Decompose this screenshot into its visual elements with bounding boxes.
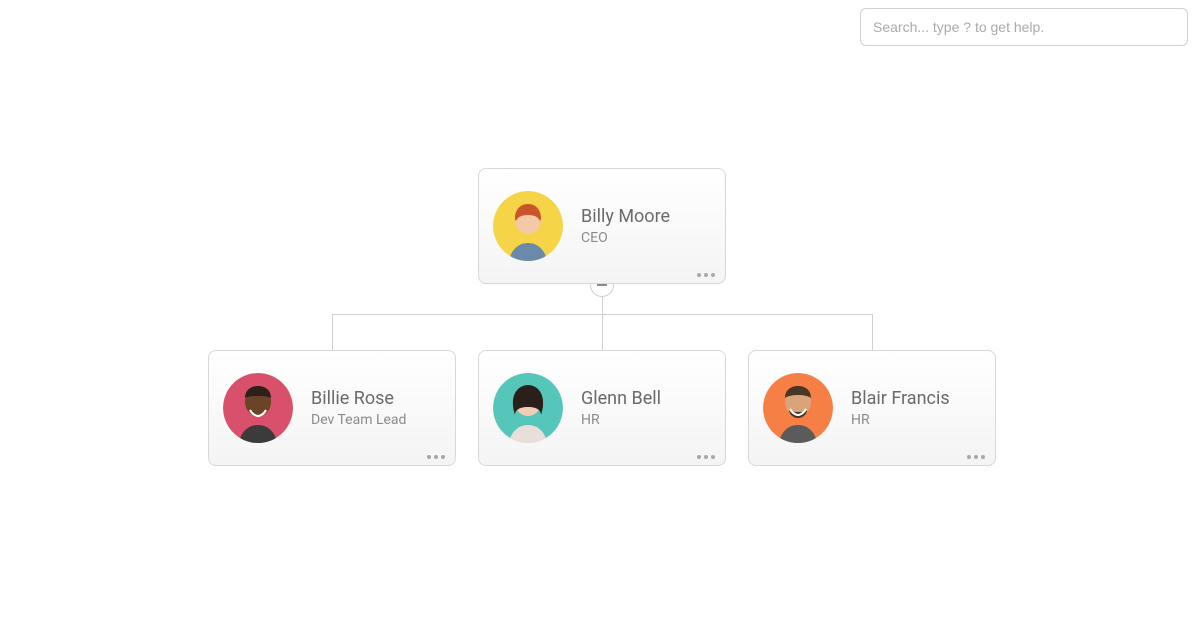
node-title: HR — [581, 412, 661, 428]
avatar — [493, 373, 563, 443]
node-title: Dev Team Lead — [311, 412, 406, 428]
more-actions-icon[interactable] — [697, 273, 715, 277]
more-actions-icon[interactable] — [427, 455, 445, 459]
connector-line — [872, 314, 873, 350]
more-actions-icon[interactable] — [697, 455, 715, 459]
node-name: Blair Francis — [851, 388, 950, 411]
node-name: Glenn Bell — [581, 388, 661, 411]
avatar — [763, 373, 833, 443]
node-title: HR — [851, 412, 950, 428]
org-chart: Billy Moore CEO Billie Rose Dev Team Lea… — [0, 0, 1200, 630]
org-node-ceo[interactable]: Billy Moore CEO — [478, 168, 726, 284]
connector-line — [602, 314, 603, 350]
node-name: Billy Moore — [581, 206, 670, 229]
org-node-child-2[interactable]: Glenn Bell HR — [478, 350, 726, 466]
avatar — [493, 191, 563, 261]
node-name: Billie Rose — [311, 388, 406, 411]
avatar — [223, 373, 293, 443]
node-title: CEO — [581, 230, 670, 246]
connector-line — [332, 314, 333, 350]
org-node-child-1[interactable]: Billie Rose Dev Team Lead — [208, 350, 456, 466]
org-node-child-3[interactable]: Blair Francis HR — [748, 350, 996, 466]
more-actions-icon[interactable] — [967, 455, 985, 459]
